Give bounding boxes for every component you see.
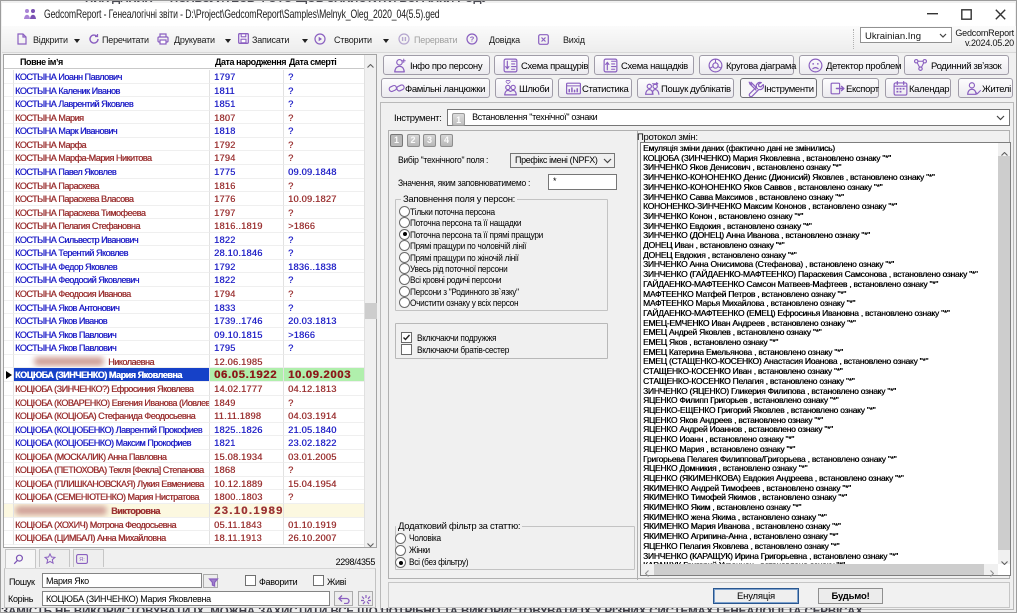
svg-text:?: ? bbox=[470, 35, 475, 44]
svg-text:Я:: Я: bbox=[79, 557, 85, 563]
